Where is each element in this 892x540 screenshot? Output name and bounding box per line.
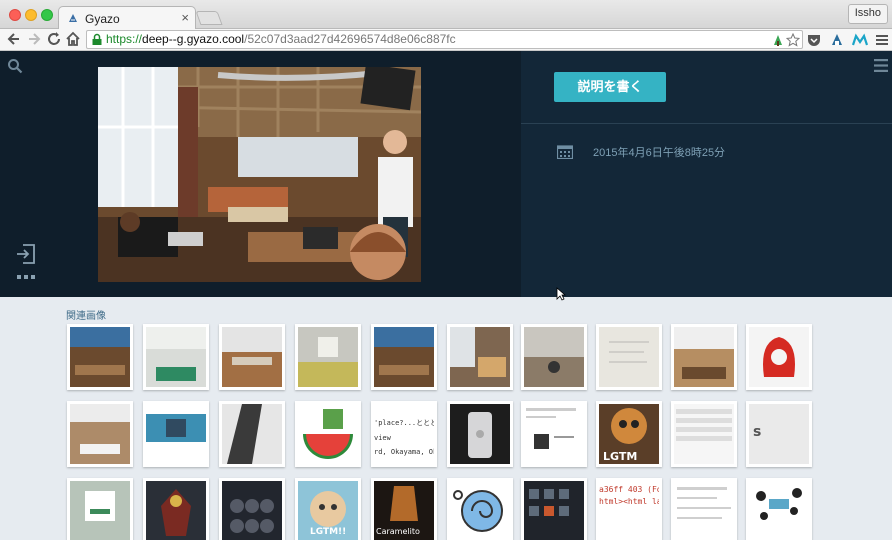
new-tab-button[interactable]: [195, 11, 223, 25]
main-screenshot-image: [98, 67, 421, 282]
window-minimize-button[interactable]: [25, 9, 37, 21]
related-thumb[interactable]: [521, 478, 587, 540]
star-icon[interactable]: [786, 33, 800, 47]
profile-button[interactable]: Issho: [847, 4, 888, 24]
related-thumb[interactable]: [67, 324, 133, 390]
thumb-text: LGTM: [603, 450, 638, 463]
related-thumb[interactable]: LGTM: [596, 401, 662, 467]
related-thumb[interactable]: [746, 324, 812, 390]
related-thumb[interactable]: [219, 478, 285, 540]
tab-title: Gyazo: [85, 12, 120, 26]
related-thumb[interactable]: [219, 401, 285, 467]
thumb-text: s: [753, 424, 762, 440]
related-thumb[interactable]: [746, 478, 812, 540]
extension-leaf-icon[interactable]: [771, 33, 785, 47]
related-thumb[interactable]: a36ff 403 (Forb html><html lan: [596, 478, 662, 540]
url-text: https://deep--g.gyazo.cool/52c07d3aad27d…: [106, 32, 456, 46]
gyazo-favicon-icon: [69, 14, 77, 22]
related-thumb[interactable]: [67, 478, 133, 540]
forward-arrow-icon[interactable]: [26, 31, 42, 47]
lock-icon: [92, 33, 102, 45]
related-thumb[interactable]: [671, 478, 737, 540]
reload-icon[interactable]: [46, 31, 62, 47]
related-thumb[interactable]: [447, 478, 513, 540]
related-thumb[interactable]: [521, 401, 587, 467]
related-images-heading: 関連画像: [66, 311, 106, 322]
thumb-text: 'place?...ととと...ととと: [374, 419, 434, 427]
thumb-text: LGTM!!: [310, 527, 347, 537]
thumb-text: html><html lan: [599, 497, 659, 506]
browser-toolbar: https://deep--g.gyazo.cool/52c07d3aad27d…: [0, 29, 892, 51]
related-thumb[interactable]: [447, 324, 513, 390]
related-thumb[interactable]: [447, 401, 513, 467]
related-thumb[interactable]: 'place?...ととと...ととと view rd, Okayama, Ok…: [371, 401, 437, 467]
thumb-text: a36ff 403 (Forb: [599, 485, 659, 494]
menu-icon[interactable]: [874, 59, 888, 72]
related-thumb[interactable]: s: [746, 401, 812, 467]
mouse-cursor-icon: [556, 287, 566, 301]
related-thumb[interactable]: LGTM!!: [295, 478, 361, 540]
more-dots-icon[interactable]: [17, 275, 35, 279]
extension-m-icon[interactable]: [852, 32, 868, 48]
related-thumb[interactable]: [671, 324, 737, 390]
related-thumb[interactable]: [295, 401, 361, 467]
address-bar[interactable]: https://deep--g.gyazo.cool/52c07d3aad27d…: [86, 30, 803, 49]
window-zoom-button[interactable]: [41, 9, 53, 21]
related-thumb[interactable]: [143, 478, 209, 540]
browser-tab-gyazo[interactable]: Gyazo ×: [58, 6, 196, 30]
home-icon[interactable]: [65, 31, 81, 47]
gyazo-extension-icon[interactable]: [829, 32, 845, 48]
related-thumb[interactable]: [295, 324, 361, 390]
calendar-icon: [557, 145, 573, 159]
pocket-icon[interactable]: [806, 32, 822, 48]
export-icon[interactable]: [15, 243, 37, 265]
capture-date: 2015年4月6日午後8時25分: [593, 147, 726, 159]
related-thumb[interactable]: [596, 324, 662, 390]
thumb-text: rd, Okayama, Okayama: [374, 448, 434, 456]
window-close-button[interactable]: [9, 9, 21, 21]
tab-close-icon[interactable]: ×: [181, 10, 189, 25]
thumb-text: Caramelito: [376, 527, 420, 536]
search-icon[interactable]: [7, 58, 23, 74]
related-thumb[interactable]: [67, 401, 133, 467]
related-thumb[interactable]: Caramelito: [371, 478, 437, 540]
browser-menu-icon[interactable]: [874, 32, 890, 48]
related-thumb[interactable]: [143, 324, 209, 390]
info-divider: [521, 123, 892, 124]
related-thumb[interactable]: [143, 401, 209, 467]
related-thumb[interactable]: [219, 324, 285, 390]
thumb-text: view: [374, 434, 391, 442]
write-description-button[interactable]: 説明を書く: [554, 72, 666, 102]
related-thumb[interactable]: [521, 324, 587, 390]
browser-titlebar: Gyazo × Issho: [0, 0, 892, 30]
related-thumb[interactable]: [371, 324, 437, 390]
back-arrow-icon[interactable]: [6, 31, 22, 47]
related-thumb[interactable]: [671, 401, 737, 467]
